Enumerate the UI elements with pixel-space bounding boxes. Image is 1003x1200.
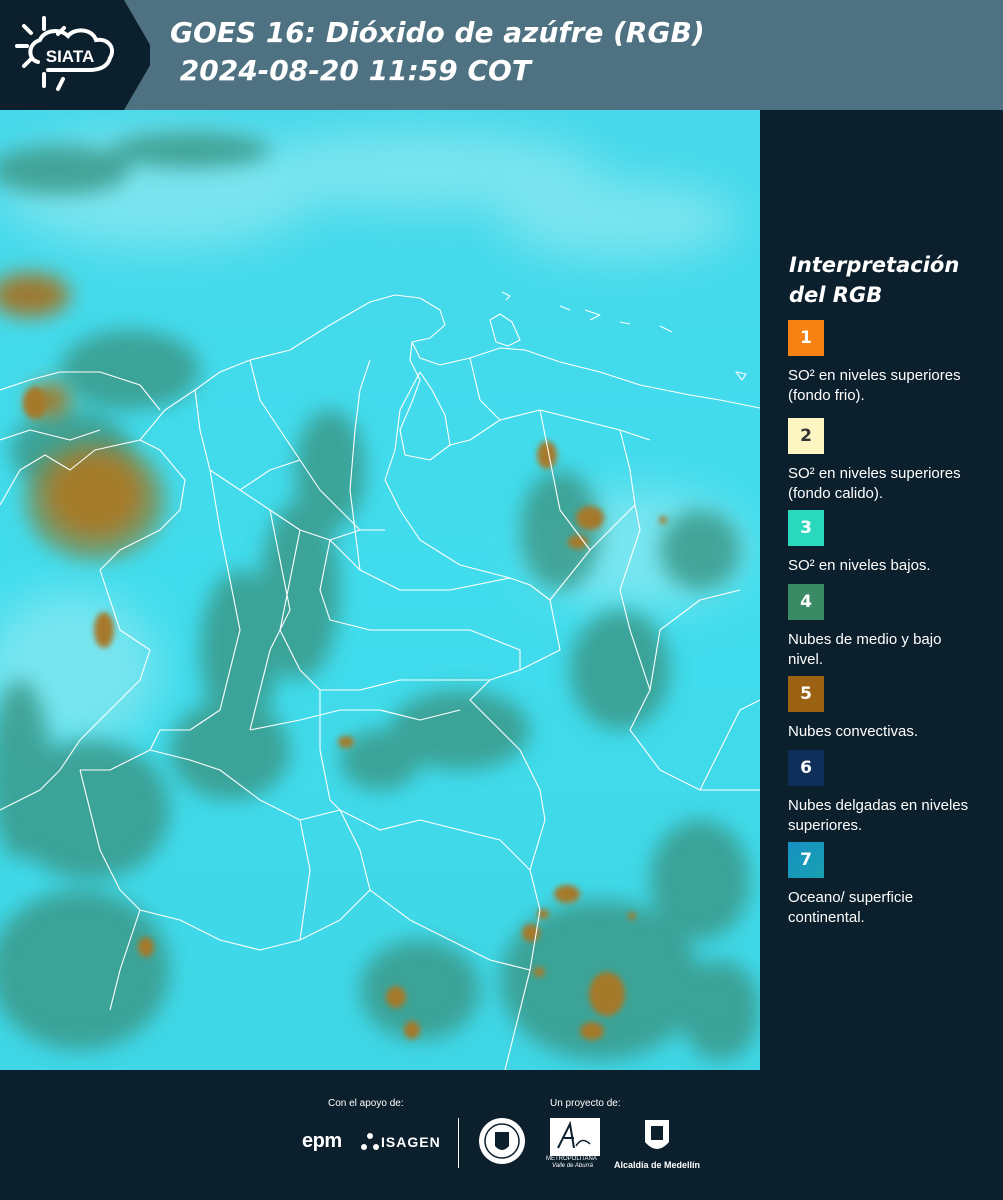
legend-number: 6 bbox=[800, 758, 812, 778]
legend-label: SO² en niveles superiores (fondo frio). bbox=[788, 367, 961, 404]
medellin-seal-icon bbox=[479, 1118, 525, 1164]
header-bar: SIATA GOES 16: Dióxido de azúfre (RGB) 2… bbox=[0, 0, 1003, 110]
title-datetime: 2024-08-20 11:59 COT bbox=[170, 54, 531, 87]
rgb-legend-panel: Interpretación del RGB 1 SO² en niveles … bbox=[760, 110, 1003, 1070]
legend-label: SO² en niveles superiores (fondo calido)… bbox=[788, 465, 961, 502]
project-label: Un proyecto de: bbox=[550, 1098, 621, 1109]
legend-label: Nubes delgadas en niveles superiores. bbox=[788, 797, 969, 834]
legend-label: SO² en niveles bajos. bbox=[788, 557, 931, 574]
legend-swatch-5: 5 bbox=[788, 676, 824, 712]
legend-item: 2 SO² en niveles superiores (fondo calid… bbox=[788, 418, 998, 504]
legend-swatch-1: 1 bbox=[788, 320, 824, 356]
page-title: GOES 16: Dióxido de azúfre (RGB) 2024-08… bbox=[170, 14, 705, 90]
siata-brand-text: SIATA bbox=[46, 47, 94, 66]
satellite-image bbox=[0, 110, 760, 1070]
legend-item: 1 SO² en niveles superiores (fondo frio)… bbox=[788, 320, 998, 406]
alcaldia-text: Alcaldía de Medellín bbox=[614, 1160, 701, 1170]
legend-swatch-7: 7 bbox=[788, 842, 824, 878]
siata-logo: SIATA bbox=[0, 0, 150, 110]
title-product: GOES 16: Dióxido de azúfre (RGB) bbox=[170, 16, 705, 49]
legend-label: Nubes convectivas. bbox=[788, 723, 919, 740]
legend-swatch-4: 4 bbox=[788, 584, 824, 620]
legend-swatch-3: 3 bbox=[788, 510, 824, 546]
legend-item: 3 SO² en niveles bajos. bbox=[788, 510, 998, 576]
alcaldia-shield-icon bbox=[645, 1120, 669, 1149]
legend-swatch-2: 2 bbox=[788, 418, 824, 454]
legend-title: Interpretación del RGB bbox=[789, 253, 960, 307]
legend-item: 4 Nubes de medio y bajo nivel. bbox=[788, 584, 998, 670]
legend-number: 3 bbox=[800, 518, 812, 538]
isagen-logo: ISAGEN bbox=[381, 1134, 441, 1150]
legend-number: 1 bbox=[800, 328, 812, 348]
area-metropolitana-text: METROPOLITANA bbox=[546, 1156, 597, 1162]
legend-number: 2 bbox=[800, 426, 812, 446]
isagen-mark-icon bbox=[361, 1133, 379, 1150]
legend-number: 4 bbox=[800, 592, 812, 612]
epm-logo: epm bbox=[302, 1130, 342, 1152]
legend-label: Nubes de medio y bajo nivel. bbox=[788, 631, 942, 668]
legend-number: 7 bbox=[800, 850, 812, 870]
satellite-map bbox=[0, 110, 760, 1070]
footer: Con el apoyo de: Un proyecto de: epm ISA… bbox=[0, 1070, 1003, 1200]
legend-item: 6 Nubes delgadas en niveles superiores. bbox=[788, 750, 998, 836]
support-label: Con el apoyo de: bbox=[328, 1098, 404, 1109]
legend-swatch-6: 6 bbox=[788, 750, 824, 786]
legend-label: Oceano/ superficie continental. bbox=[788, 889, 914, 926]
footer-divider bbox=[458, 1118, 459, 1168]
legend-item: 5 Nubes convectivas. bbox=[788, 676, 998, 742]
legend-number: 5 bbox=[800, 684, 812, 704]
area-metropolitana-subtext: Valle de Aburrá bbox=[552, 1163, 593, 1169]
legend-item: 7 Oceano/ superficie continental. bbox=[788, 842, 998, 928]
